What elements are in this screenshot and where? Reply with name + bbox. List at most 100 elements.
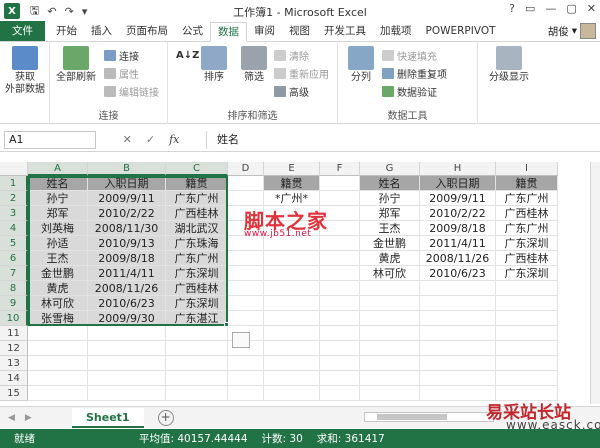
cell[interactable] bbox=[320, 281, 360, 296]
row-header-11[interactable]: 11 bbox=[0, 326, 28, 341]
fill-handle[interactable] bbox=[224, 322, 229, 327]
row-header-1[interactable]: 1 bbox=[0, 176, 28, 191]
cell[interactable] bbox=[320, 236, 360, 251]
cell[interactable] bbox=[360, 341, 420, 356]
cell-col-a-2[interactable]: 孙宁 bbox=[28, 191, 88, 206]
cell-col-c-4[interactable]: 湖北武汉 bbox=[166, 221, 228, 236]
cell-col-b-1[interactable]: 入职日期 bbox=[88, 176, 166, 191]
cell-col-c-6[interactable]: 广东广州 bbox=[166, 251, 228, 266]
advanced-filter-button[interactable]: 高级 bbox=[274, 84, 309, 99]
row-header-4[interactable]: 4 bbox=[0, 221, 28, 236]
redo-icon[interactable]: ↷ bbox=[65, 5, 74, 18]
cell-col-c-3[interactable]: 广西桂林 bbox=[166, 206, 228, 221]
outline-button[interactable]: 分级显示 bbox=[484, 46, 534, 84]
flash-fill-button[interactable]: 快速填充 bbox=[382, 48, 437, 63]
cell-col-i-3[interactable]: 广西桂林 bbox=[496, 206, 558, 221]
tab-formulas[interactable]: 公式 bbox=[175, 22, 210, 41]
cell-col-g-1[interactable]: 姓名 bbox=[360, 176, 420, 191]
user-account[interactable]: 胡俊 ▾ bbox=[548, 23, 596, 39]
cell-col-c-7[interactable]: 广东深圳 bbox=[166, 266, 228, 281]
cancel-icon[interactable]: ✕ bbox=[123, 133, 132, 146]
cell-col-a-7[interactable]: 金世鹏 bbox=[28, 266, 88, 281]
tab-insert[interactable]: 插入 bbox=[84, 22, 119, 41]
cell[interactable] bbox=[166, 341, 228, 356]
cell-col-g-7[interactable]: 林可欣 bbox=[360, 266, 420, 281]
cell[interactable] bbox=[320, 191, 360, 206]
column-header-b[interactable]: B bbox=[88, 162, 166, 176]
get-external-data-button[interactable]: 获取 外部数据 bbox=[4, 46, 46, 96]
cell-col-h-5[interactable]: 2011/4/11 bbox=[420, 236, 496, 251]
cell-col-b-4[interactable]: 2008/11/30 bbox=[88, 221, 166, 236]
sheet-tab-sheet1[interactable]: Sheet1 bbox=[72, 407, 144, 428]
sort-button[interactable]: 排序 bbox=[198, 46, 230, 84]
cell[interactable] bbox=[264, 266, 320, 281]
cell[interactable] bbox=[166, 326, 228, 341]
cell[interactable] bbox=[228, 386, 264, 401]
remove-duplicates-button[interactable]: 删除重复项 bbox=[382, 66, 447, 81]
formula-input[interactable]: 姓名 bbox=[206, 130, 600, 149]
cell[interactable] bbox=[320, 356, 360, 371]
refresh-all-button[interactable]: 全部刷新 bbox=[54, 46, 98, 84]
cell-col-b-3[interactable]: 2010/2/22 bbox=[88, 206, 166, 221]
row-header-12[interactable]: 12 bbox=[0, 341, 28, 356]
cell[interactable] bbox=[166, 386, 228, 401]
column-header-i[interactable]: I bbox=[496, 162, 558, 176]
cell[interactable] bbox=[320, 326, 360, 341]
row-header-10[interactable]: 10 bbox=[0, 311, 28, 326]
next-sheet-icon[interactable]: ▶ bbox=[25, 413, 32, 423]
cell-col-c-9[interactable]: 广东深圳 bbox=[166, 296, 228, 311]
cell-col-g-3[interactable]: 郑军 bbox=[360, 206, 420, 221]
data-validation-button[interactable]: 数据验证 bbox=[382, 84, 437, 99]
cell-col-h-3[interactable]: 2010/2/22 bbox=[420, 206, 496, 221]
tab-addins[interactable]: 加载项 bbox=[373, 22, 419, 41]
row-header-3[interactable]: 3 bbox=[0, 206, 28, 221]
minimize-icon[interactable]: — bbox=[545, 2, 556, 15]
cell[interactable] bbox=[228, 371, 264, 386]
cell-col-a-8[interactable]: 黄虎 bbox=[28, 281, 88, 296]
tab-powerpivot[interactable]: POWERPIVOT bbox=[419, 22, 503, 41]
cell[interactable] bbox=[496, 296, 558, 311]
cell-col-e-1[interactable]: 籍贯 bbox=[264, 176, 320, 191]
tab-home[interactable]: 开始 bbox=[49, 22, 84, 41]
quick-analysis-icon[interactable] bbox=[232, 332, 250, 348]
cell-col-i-4[interactable]: 广东广州 bbox=[496, 221, 558, 236]
cell[interactable] bbox=[228, 356, 264, 371]
cell[interactable] bbox=[420, 311, 496, 326]
column-header-h[interactable]: H bbox=[420, 162, 496, 176]
cell[interactable] bbox=[320, 176, 360, 191]
tab-file[interactable]: 文件 bbox=[0, 21, 45, 41]
cell-col-c-8[interactable]: 广西桂林 bbox=[166, 281, 228, 296]
cell-col-b-2[interactable]: 2009/9/11 bbox=[88, 191, 166, 206]
row-header-7[interactable]: 7 bbox=[0, 266, 28, 281]
cell[interactable] bbox=[228, 311, 264, 326]
cell[interactable] bbox=[420, 341, 496, 356]
cell-col-a-1[interactable]: 姓名 bbox=[28, 176, 88, 191]
cell[interactable] bbox=[496, 341, 558, 356]
cell[interactable] bbox=[496, 326, 558, 341]
cell[interactable] bbox=[420, 296, 496, 311]
cell-col-g-5[interactable]: 金世鹏 bbox=[360, 236, 420, 251]
cell[interactable] bbox=[320, 311, 360, 326]
column-header-d[interactable]: D bbox=[228, 162, 264, 176]
cell[interactable] bbox=[264, 311, 320, 326]
row-header-2[interactable]: 2 bbox=[0, 191, 28, 206]
cell[interactable] bbox=[496, 281, 558, 296]
cell-col-g-2[interactable]: 孙宁 bbox=[360, 191, 420, 206]
tab-data[interactable]: 数据 bbox=[210, 22, 247, 42]
cell-col-b-9[interactable]: 2010/6/23 bbox=[88, 296, 166, 311]
cell[interactable] bbox=[320, 341, 360, 356]
cell[interactable] bbox=[360, 281, 420, 296]
vertical-scrollbar[interactable] bbox=[590, 162, 600, 404]
cell[interactable] bbox=[166, 371, 228, 386]
row-header-8[interactable]: 8 bbox=[0, 281, 28, 296]
cell[interactable] bbox=[264, 296, 320, 311]
column-header-g[interactable]: G bbox=[360, 162, 420, 176]
ribbon-display-icon[interactable]: ▭ bbox=[525, 2, 535, 15]
cell[interactable] bbox=[320, 266, 360, 281]
cell[interactable] bbox=[360, 371, 420, 386]
save-icon[interactable]: 🖫 bbox=[30, 2, 39, 21]
cell-col-a-5[interactable]: 孙适 bbox=[28, 236, 88, 251]
name-box[interactable]: A1 bbox=[4, 130, 96, 149]
help-icon[interactable]: ? bbox=[509, 2, 515, 15]
text-to-columns-button[interactable]: 分列 bbox=[344, 46, 378, 84]
